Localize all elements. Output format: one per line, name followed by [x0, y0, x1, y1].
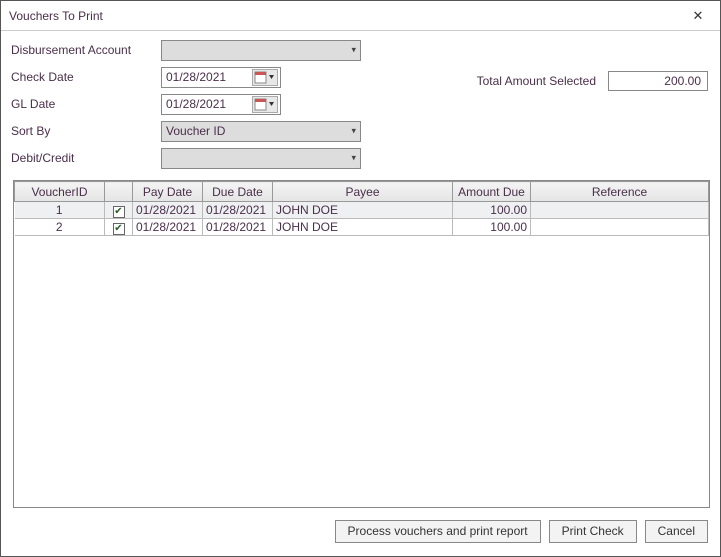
table-row[interactable]: 1✔01/28/202101/28/2021JOHN DOE100.00 [15, 202, 709, 219]
checkbox-icon[interactable]: ✔ [113, 223, 125, 235]
debit-credit-label: Debit/Credit [11, 151, 161, 165]
close-icon[interactable]: ✕ [684, 6, 712, 26]
gl-date-label: GL Date [11, 97, 161, 111]
cell-amount: 100.00 [453, 219, 531, 236]
cell-pay-date: 01/28/2021 [133, 202, 203, 219]
debit-credit-dropdown[interactable]: ▾ [161, 148, 361, 169]
disbursement-account-dropdown[interactable]: ▾ [161, 40, 361, 61]
header-check[interactable] [105, 182, 133, 202]
footer: Process vouchers and print report Print … [1, 514, 720, 556]
vouchers-grid: VoucherID Pay Date Due Date Payee Amount… [13, 180, 710, 508]
cancel-button[interactable]: Cancel [645, 520, 708, 543]
vouchers-table: VoucherID Pay Date Due Date Payee Amount… [14, 181, 709, 236]
cell-due-date: 01/28/2021 [203, 219, 273, 236]
header-amount[interactable]: Amount Due [453, 182, 531, 202]
cell-reference [531, 219, 709, 236]
cell-checkbox[interactable]: ✔ [105, 202, 133, 219]
cell-checkbox[interactable]: ✔ [105, 219, 133, 236]
check-date-value: 01/28/2021 [166, 70, 226, 84]
gl-date-value: 01/28/2021 [166, 97, 226, 111]
cell-voucher-id: 1 [15, 202, 105, 219]
vouchers-to-print-window: Vouchers To Print ✕ Disbursement Account… [0, 0, 721, 557]
header-voucher-id[interactable]: VoucherID [15, 182, 105, 202]
disbursement-account-label: Disbursement Account [11, 43, 161, 57]
header-pay-date[interactable]: Pay Date [133, 182, 203, 202]
total-amount-field: 200.00 [608, 71, 708, 91]
table-header-row: VoucherID Pay Date Due Date Payee Amount… [15, 182, 709, 202]
chevron-down-icon: ▾ [351, 153, 356, 164]
form-area: Disbursement Account ▾ Total Amount Sele… [1, 31, 720, 176]
cell-pay-date: 01/28/2021 [133, 219, 203, 236]
cell-reference [531, 202, 709, 219]
sort-by-value: Voucher ID [166, 124, 225, 138]
sort-by-dropdown[interactable]: Voucher ID ▾ [161, 121, 361, 142]
sort-by-label: Sort By [11, 124, 161, 138]
check-date-field[interactable]: 01/28/2021 [161, 67, 281, 88]
header-payee[interactable]: Payee [273, 182, 453, 202]
header-due-date[interactable]: Due Date [203, 182, 273, 202]
cell-amount: 100.00 [453, 202, 531, 219]
calendar-picker-icon[interactable] [252, 69, 278, 86]
window-title: Vouchers To Print [9, 9, 684, 23]
table-row[interactable]: 2✔01/28/202101/28/2021JOHN DOE100.00 [15, 219, 709, 236]
cell-voucher-id: 2 [15, 219, 105, 236]
chevron-down-icon: ▾ [351, 126, 356, 137]
gl-date-field[interactable]: 01/28/2021 [161, 94, 281, 115]
calendar-picker-icon[interactable] [252, 96, 278, 113]
cell-payee: JOHN DOE [273, 202, 453, 219]
check-date-label: Check Date [11, 70, 161, 84]
titlebar: Vouchers To Print ✕ [1, 1, 720, 31]
process-vouchers-button[interactable]: Process vouchers and print report [335, 520, 541, 543]
cell-due-date: 01/28/2021 [203, 202, 273, 219]
print-check-button[interactable]: Print Check [549, 520, 637, 543]
chevron-down-icon: ▾ [351, 45, 356, 56]
total-amount-group: Total Amount Selected 200.00 [477, 71, 708, 91]
checkbox-icon[interactable]: ✔ [113, 206, 125, 218]
total-amount-label: Total Amount Selected [477, 74, 596, 88]
cell-payee: JOHN DOE [273, 219, 453, 236]
header-reference[interactable]: Reference [531, 182, 709, 202]
